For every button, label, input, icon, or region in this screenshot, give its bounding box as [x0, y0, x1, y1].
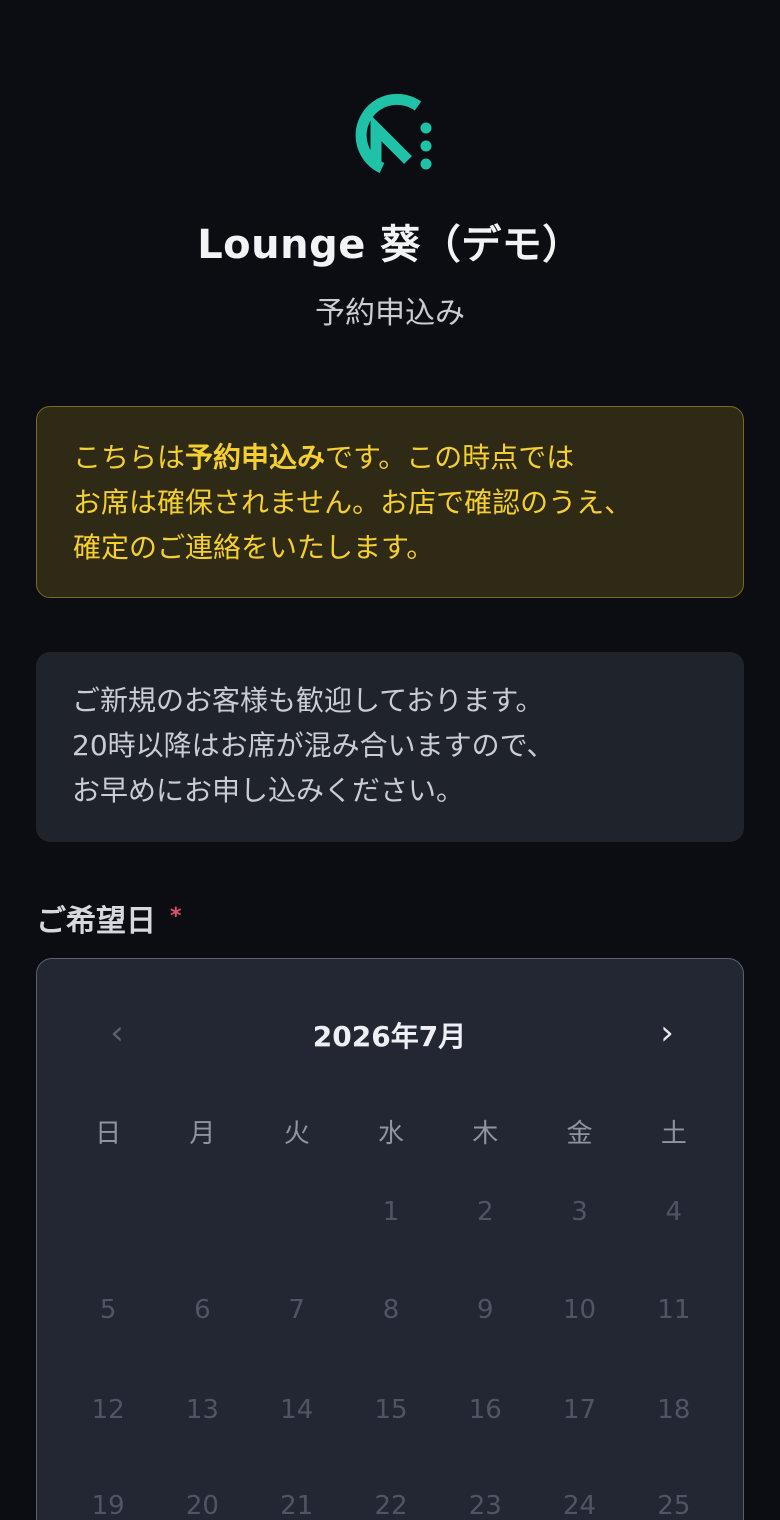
- calendar-week-3: 12 13 14 15 16 17 18: [61, 1395, 721, 1425]
- calendar-day[interactable]: 10: [532, 1295, 626, 1325]
- chevron-right-icon[interactable]: ›: [647, 1013, 687, 1053]
- calendar-day[interactable]: 14: [250, 1395, 344, 1425]
- calendar-day[interactable]: 18: [627, 1395, 721, 1425]
- required-mark: *: [170, 904, 182, 929]
- date-label-text: ご希望日: [36, 904, 156, 939]
- weekday-header: 日 月 火 水 木 金 土: [61, 1113, 721, 1150]
- notice-line-2: お席は確保されません。お店で確認のうえ、: [73, 486, 633, 519]
- calendar-day[interactable]: 6: [155, 1295, 249, 1325]
- info-line-2: 20時以降はお席が混み合いますので、: [72, 729, 555, 762]
- notice-text: です。この時点では: [325, 441, 575, 474]
- calendar-day[interactable]: 3: [532, 1197, 626, 1227]
- calendar-day[interactable]: 12: [61, 1395, 155, 1425]
- weekday-fri: 金: [566, 1119, 593, 1149]
- calendar-week-2: 5 6 7 8 9 10 11: [61, 1295, 721, 1325]
- calendar-day[interactable]: 8: [344, 1295, 438, 1325]
- calendar-month-label: 2026年7月: [312, 1020, 467, 1053]
- info-line-1: ご新規のお客様も歓迎しております。: [72, 684, 544, 717]
- page-subtitle: 予約申込み: [315, 296, 465, 331]
- page-title: Lounge 葵（デモ）: [197, 222, 583, 268]
- calendar-day[interactable]: 24: [532, 1491, 626, 1520]
- calendar-day[interactable]: 17: [532, 1395, 626, 1425]
- notice-line-3: 確定のご連絡をいたします。: [73, 531, 435, 564]
- date-picker-calendar: ‹ 2026年7月 › 日 月 火 水 木 金 土 1 2 3 4 5 6 7 …: [36, 958, 744, 1520]
- calendar-day[interactable]: 13: [155, 1395, 249, 1425]
- notice-emphasis: 予約申込み: [185, 441, 326, 474]
- store-info-message: ご新規のお客様も歓迎しております。 20時以降はお席が混み合いますので、 お早め…: [36, 652, 744, 842]
- calendar-day[interactable]: 7: [250, 1295, 344, 1325]
- calendar-day[interactable]: 1: [344, 1197, 438, 1227]
- calendar-day: [250, 1197, 344, 1227]
- calendar-day[interactable]: 11: [627, 1295, 721, 1325]
- calendar-day[interactable]: 19: [61, 1491, 155, 1520]
- reservation-page: Lounge 葵（デモ） 予約申込み こちらは予約申込みです。この時点では お席…: [0, 0, 780, 1520]
- calendar-day[interactable]: 20: [155, 1491, 249, 1520]
- weekday-sun: 日: [95, 1119, 122, 1149]
- date-field-label: ご希望日 *: [36, 896, 182, 940]
- calendar-day[interactable]: 15: [344, 1395, 438, 1425]
- calendar-day[interactable]: 16: [438, 1395, 532, 1425]
- calendar-week-1: 1 2 3 4: [61, 1197, 721, 1227]
- weekday-sat: 土: [660, 1119, 687, 1149]
- calendar-day[interactable]: 9: [438, 1295, 532, 1325]
- calendar-day[interactable]: 4: [627, 1197, 721, 1227]
- weekday-wed: 水: [377, 1119, 404, 1149]
- notice-line-1: こちらは予約申込みです。この時点では: [73, 435, 707, 480]
- calendar-day[interactable]: 2: [438, 1197, 532, 1227]
- calendar-day[interactable]: 25: [627, 1491, 721, 1520]
- calendar-week-4: 19 20 21 22 23 24 25: [61, 1491, 721, 1520]
- weekday-thu: 木: [472, 1119, 499, 1149]
- store-logo-icon: [355, 93, 432, 173]
- calendar-day: [155, 1197, 249, 1227]
- calendar-day[interactable]: 23: [438, 1491, 532, 1520]
- notice-text: こちらは: [73, 441, 186, 474]
- calendar-day[interactable]: 22: [344, 1491, 438, 1520]
- reservation-notice: こちらは予約申込みです。この時点では お席は確保されません。お店で確認のうえ、 …: [36, 406, 744, 598]
- info-line-3: お早めにお申し込みください。: [72, 774, 465, 807]
- weekday-tue: 火: [283, 1119, 310, 1149]
- weekday-mon: 月: [189, 1119, 216, 1149]
- calendar-day: [61, 1197, 155, 1227]
- calendar-day[interactable]: 21: [250, 1491, 344, 1520]
- calendar-day[interactable]: 5: [61, 1295, 155, 1325]
